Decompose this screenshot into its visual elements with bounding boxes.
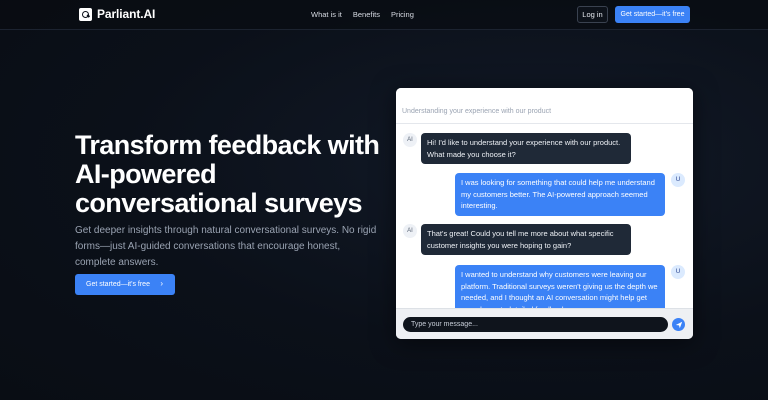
nav-get-started-button[interactable]: Get started—it's free xyxy=(615,6,690,23)
send-icon xyxy=(675,321,682,328)
ai-avatar: AI xyxy=(403,224,417,238)
chat-window: Understanding your experience with our p… xyxy=(396,88,693,339)
hero-subtitle: Get deeper insights through natural conv… xyxy=(75,225,377,268)
message-input[interactable] xyxy=(403,317,668,332)
hero-get-started-button[interactable]: Get started—it's free › xyxy=(75,274,175,295)
chat-header: Understanding your experience with our p… xyxy=(396,88,693,124)
brand-name: Parliant.AI xyxy=(97,7,156,21)
hero-title: Transform feedback with AI-powered conve… xyxy=(75,130,380,218)
ai-avatar: AI xyxy=(403,133,417,147)
nav-link-pricing[interactable]: Pricing xyxy=(391,10,414,19)
chat-composer xyxy=(396,308,693,339)
hero-cta-label: Get started—it's free xyxy=(86,281,150,288)
chat-message-user: I was looking for something that could h… xyxy=(455,173,665,216)
user-avatar: U xyxy=(671,173,685,187)
chat-header-title: Understanding your experience with our p… xyxy=(402,108,552,115)
chevron-right-icon: › xyxy=(160,279,163,288)
top-nav: Parliant.AI What is it Benefits Pricing … xyxy=(0,0,768,30)
nav-link-what-is-it[interactable]: What is it xyxy=(311,10,342,19)
logo-icon xyxy=(79,7,92,21)
send-button[interactable] xyxy=(672,318,685,331)
nav-link-benefits[interactable]: Benefits xyxy=(353,10,380,19)
login-button[interactable]: Log in xyxy=(577,6,608,23)
chat-messages[interactable]: AI Hi! I'd like to understand your exper… xyxy=(396,124,693,308)
chat-message-user: I wanted to understand why customers wer… xyxy=(455,265,665,308)
nav-links: What is it Benefits Pricing xyxy=(311,10,414,19)
chat-message-ai: Hi! I'd like to understand your experien… xyxy=(421,133,631,164)
brand-logo[interactable]: Parliant.AI xyxy=(79,7,155,21)
chat-message-ai: That's great! Could you tell me more abo… xyxy=(421,224,631,255)
user-avatar: U xyxy=(671,265,685,279)
